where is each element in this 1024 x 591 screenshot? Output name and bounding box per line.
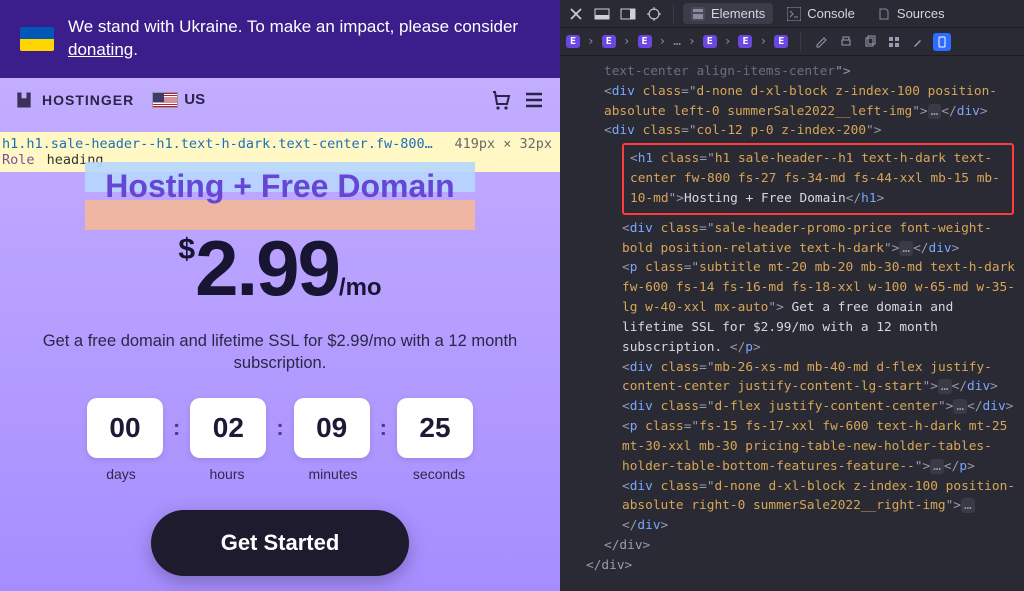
dom-tree[interactable]: text-center align-items-center"> <div cl…: [560, 56, 1024, 591]
dom-node[interactable]: <div class="d-none d-xl-block z-index-10…: [568, 82, 1020, 122]
price: $2.99/mo: [0, 223, 560, 314]
breadcrumb[interactable]: E› E› E› …› E› E› E: [566, 34, 788, 49]
hero: Hosting + Free Domain $2.99/mo Get a fre…: [0, 118, 560, 577]
get-started-button[interactable]: Get Started: [151, 510, 410, 576]
countdown-labels: days hours minutes seconds: [0, 466, 560, 482]
locale-selector[interactable]: US: [152, 91, 205, 108]
dom-node[interactable]: <p class="fs-15 fs-17-xxl fw-600 text-h-…: [568, 417, 1020, 476]
tab-elements[interactable]: Elements: [683, 3, 773, 24]
crumb-chip: E: [638, 35, 652, 48]
label-seconds: seconds: [401, 466, 477, 482]
tooltip-selector: h1.h1.sale-header--h1.text-h-dark.text-c…: [2, 136, 433, 152]
devtools-breadcrumb-bar: E› E› E› …› E› E› E: [560, 28, 1024, 56]
sources-tab-icon: [877, 7, 891, 21]
timer-minutes: 09: [294, 398, 370, 458]
page-headline: Hosting + Free Domain: [85, 168, 474, 205]
dom-close: </div>: [568, 556, 1020, 576]
grid-icon[interactable]: [885, 33, 903, 51]
inspect-icon[interactable]: [644, 4, 664, 24]
hero-subtitle: Get a free domain and lifetime SSL for $…: [40, 330, 520, 375]
dock-side-icon[interactable]: [618, 4, 638, 24]
price-currency: $: [178, 233, 195, 266]
dom-node[interactable]: <div class="d-none d-xl-block z-index-10…: [568, 477, 1020, 536]
device-icon[interactable]: [933, 33, 951, 51]
tab-console-label: Console: [807, 6, 855, 21]
crumb-chip: E: [566, 35, 580, 48]
crumb-ellipsis: …: [673, 34, 681, 49]
us-flag-icon: [152, 92, 178, 108]
crumb-chip: E: [738, 35, 752, 48]
timer-colon: :: [276, 415, 283, 441]
dom-node[interactable]: <div class="sale-header-promo-price font…: [568, 219, 1020, 259]
donate-link[interactable]: donating: [68, 40, 133, 59]
topbar: HOSTINGER US: [0, 78, 560, 118]
label-days: days: [83, 466, 159, 482]
tab-elements-label: Elements: [711, 6, 765, 21]
dom-node[interactable]: <div class="col-12 p-0 z-index-200">: [568, 121, 1020, 141]
timer-colon: :: [173, 415, 180, 441]
eyedropper-icon[interactable]: [909, 33, 927, 51]
devtools-toolbar: Elements Console Sources: [560, 0, 1024, 28]
banner-text-before: We stand with Ukraine. To make an impact…: [68, 17, 518, 36]
dock-bottom-icon[interactable]: [592, 4, 612, 24]
banner-text: We stand with Ukraine. To make an impact…: [68, 16, 540, 62]
edit-icon[interactable]: [813, 33, 831, 51]
locale-code: US: [184, 91, 205, 108]
mobile-preview: We stand with Ukraine. To make an impact…: [0, 0, 560, 591]
timer-colon: :: [380, 415, 387, 441]
headline-highlight: Hosting + Free Domain: [85, 168, 474, 205]
print-icon[interactable]: [837, 33, 855, 51]
timer-seconds: 25: [397, 398, 473, 458]
hostinger-logo-icon: [14, 90, 34, 110]
console-tab-icon: [787, 7, 801, 21]
tooltip-dimensions: 419px × 32px: [454, 136, 558, 152]
brand-text: HOSTINGER: [42, 92, 134, 108]
dom-node[interactable]: <div class="mb-26-xs-md mb-40-md d-flex …: [568, 358, 1020, 398]
countdown: 00 : 02 : 09 : 25: [0, 398, 560, 458]
dom-node[interactable]: <p class="subtitle mt-20 mb-20 mb-30-md …: [568, 258, 1020, 357]
price-period: /mo: [339, 274, 382, 301]
dom-node-selected[interactable]: <h1 class="h1 sale-header--h1 text-h-dar…: [568, 143, 1020, 214]
label-minutes: minutes: [295, 466, 371, 482]
ukraine-banner: We stand with Ukraine. To make an impact…: [0, 0, 560, 78]
price-amount: 2.99: [195, 224, 339, 312]
timer-days: 00: [87, 398, 163, 458]
crumb-chip: E: [703, 35, 717, 48]
dom-close: </div>: [568, 536, 1020, 556]
crumb-chip: E: [602, 35, 616, 48]
banner-text-after: .: [133, 40, 138, 59]
close-icon[interactable]: [566, 4, 586, 24]
tab-console[interactable]: Console: [779, 3, 863, 24]
elements-tab-icon: [691, 7, 705, 21]
timer-hours: 02: [190, 398, 266, 458]
ukraine-flag-icon: [20, 27, 54, 51]
cart-icon[interactable]: [488, 88, 512, 112]
tab-sources[interactable]: Sources: [869, 3, 953, 24]
menu-icon[interactable]: [522, 88, 546, 112]
dom-line: text-center align-items-center">: [568, 62, 1020, 82]
label-hours: hours: [189, 466, 265, 482]
crumb-chip: E: [774, 35, 788, 48]
devtools-panel: Elements Console Sources E› E› E› …› E› …: [560, 0, 1024, 591]
tooltip-role-key: Role: [2, 152, 35, 168]
copy-icon[interactable]: [861, 33, 879, 51]
dom-node[interactable]: <div class="d-flex justify-content-cente…: [568, 397, 1020, 417]
tab-sources-label: Sources: [897, 6, 945, 21]
brand[interactable]: HOSTINGER: [14, 90, 134, 110]
